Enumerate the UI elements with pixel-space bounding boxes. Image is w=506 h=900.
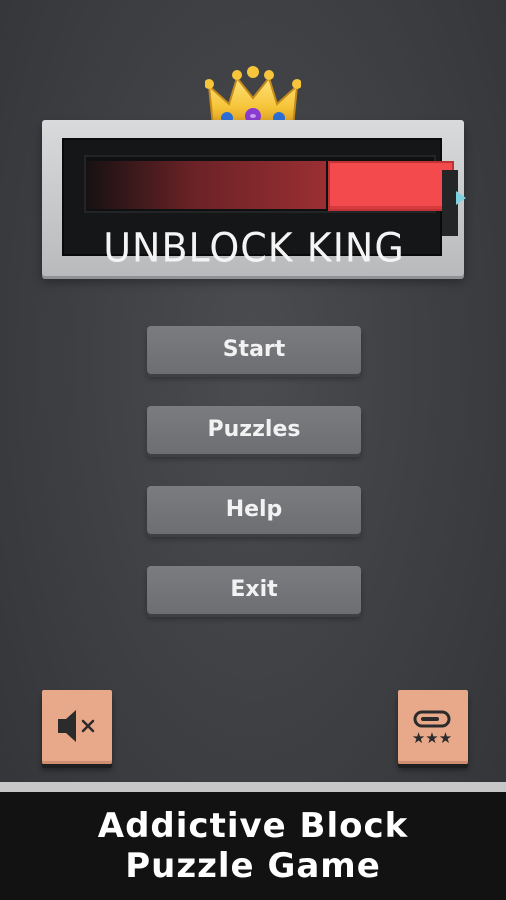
- puzzles-button[interactable]: Puzzles: [147, 406, 361, 454]
- help-button[interactable]: Help: [147, 486, 361, 534]
- logo-board: UNBLOCK KING: [42, 120, 466, 276]
- svg-text:★★★: ★★★: [412, 729, 452, 747]
- promo-banner: Addictive Block Puzzle Game: [0, 792, 506, 900]
- game-menu-screen: UNBLOCK KING Start Puzzles Help Exit ★★★: [0, 0, 506, 782]
- game-title: UNBLOCK KING: [103, 224, 405, 272]
- block-motion-trail: [84, 161, 326, 209]
- banner-divider: [0, 782, 506, 792]
- red-block: [328, 161, 454, 211]
- banner-line-1: Addictive Block: [97, 806, 409, 846]
- rate-button[interactable]: ★★★: [398, 690, 468, 764]
- start-button[interactable]: Start: [147, 326, 361, 374]
- speaker-muted-icon: [58, 710, 95, 742]
- banner-line-2: Puzzle Game: [125, 846, 381, 886]
- sound-toggle-button[interactable]: [42, 690, 112, 764]
- rate-stars-icon: ★★★: [412, 710, 452, 747]
- logo-panel: UNBLOCK KING: [62, 138, 466, 269]
- block-slot: [84, 155, 454, 213]
- exit-arrow-icon: [456, 191, 466, 205]
- exit-button[interactable]: Exit: [147, 566, 361, 614]
